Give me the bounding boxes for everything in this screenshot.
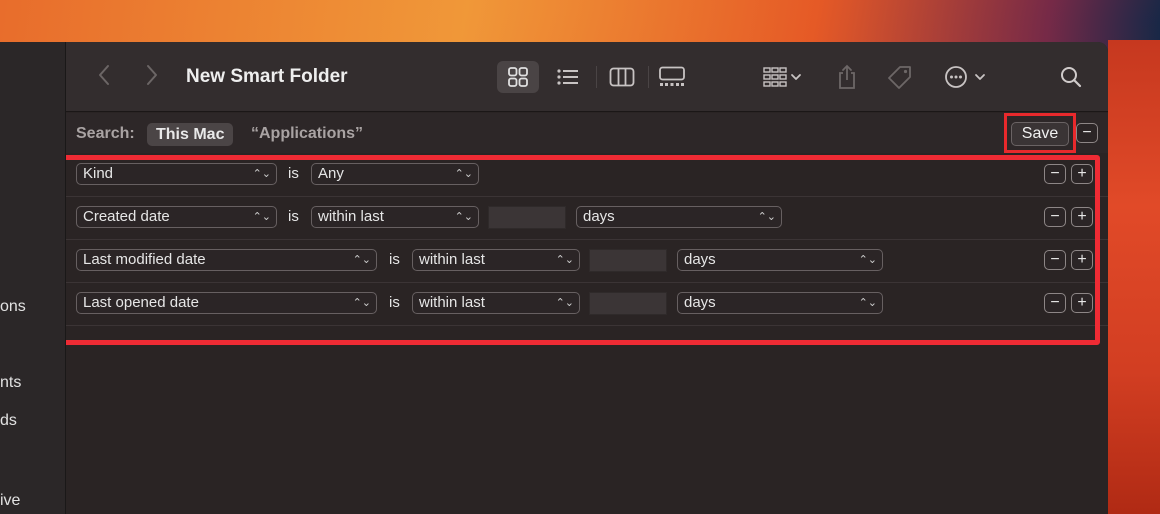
scope-applications-button[interactable]: “Applications” (251, 125, 363, 143)
save-button[interactable]: Save (1011, 122, 1069, 146)
sidebar-item-label: ive (0, 492, 21, 509)
share-icon (839, 64, 855, 89)
search-button[interactable] (1050, 61, 1092, 93)
scope-this-mac-button[interactable]: This Mac (147, 123, 234, 146)
share-button[interactable] (826, 61, 868, 93)
finder-window: New Smart Folder Search: This Mac “Appli… (66, 42, 1108, 514)
sidebar-item-label: nts (0, 374, 22, 391)
chevron-left-icon (99, 65, 109, 85)
search-scope-label: Search: (76, 125, 135, 142)
group-by-icon (763, 67, 801, 87)
chevron-right-icon (147, 65, 157, 85)
list-view-button[interactable] (547, 61, 589, 93)
gallery-view-button[interactable] (651, 61, 693, 93)
toolbar-separator (596, 66, 597, 88)
sidebar-item-label: ons (0, 298, 26, 315)
back-button[interactable] (92, 64, 116, 90)
group-by-button[interactable] (756, 61, 808, 93)
column-view-button[interactable] (601, 61, 643, 93)
sidebar-item-applications[interactable]: ons (0, 298, 66, 316)
gallery-view-icon (659, 66, 685, 86)
finder-sidebar: ons nts ds ive (0, 42, 66, 514)
search-icon (1061, 67, 1082, 88)
criteria-highlight-box (66, 155, 1100, 345)
search-scope-bar: Search: This Mac “Applications” Save − (66, 113, 1108, 153)
sidebar-item-downloads[interactable]: ds (0, 412, 66, 430)
ellipsis-circle-icon (945, 66, 985, 88)
icon-view-grid-icon (508, 67, 528, 87)
sidebar-item-label: ds (0, 412, 17, 429)
tag-button[interactable] (879, 61, 921, 93)
icon-view-button[interactable] (497, 61, 539, 93)
window-title: New Smart Folder (186, 66, 348, 87)
toolbar: New Smart Folder (66, 42, 1108, 112)
remove-scope-button[interactable]: − (1076, 123, 1098, 143)
toolbar-separator (648, 66, 649, 88)
more-actions-button[interactable] (939, 61, 995, 93)
desktop-wallpaper-right (1108, 40, 1160, 514)
column-view-icon (609, 67, 635, 87)
list-view-icon (557, 69, 578, 85)
forward-button[interactable] (140, 64, 164, 90)
sidebar-item-documents[interactable]: nts (0, 374, 66, 392)
tag-icon (888, 66, 911, 89)
sidebar-item-icloud-drive[interactable]: ive (0, 492, 66, 510)
